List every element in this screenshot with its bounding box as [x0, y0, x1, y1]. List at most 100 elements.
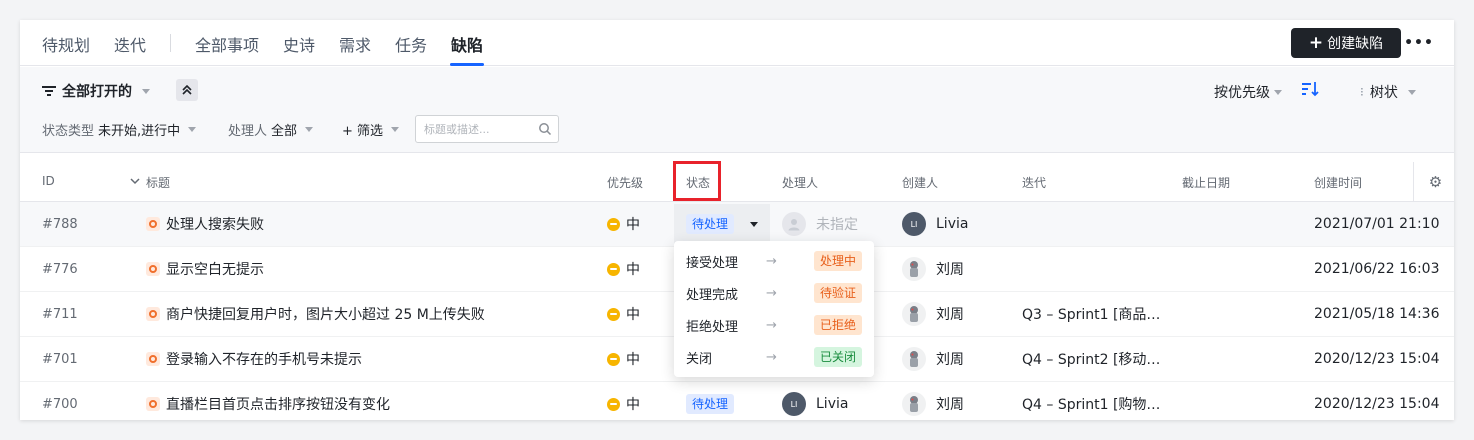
status-badge: 已拒绝	[814, 315, 863, 335]
creator-name: 刘周	[936, 262, 964, 278]
chevron-down-icon	[305, 127, 314, 132]
row-created-time: 2020/12/23 15:04	[1314, 396, 1440, 412]
assignee-filter[interactable]: 处理人 全部	[228, 120, 314, 139]
table-row[interactable]: #700 直播栏目首页点击排序按钮没有变化 中 待处理 LI Livia 刘周 …	[20, 382, 1454, 420]
priority-medium-icon	[607, 352, 620, 366]
double-chevron-up-icon	[182, 85, 192, 95]
row-title[interactable]: 登录输入不存在的手机号未提示	[166, 349, 362, 369]
row-sprint[interactable]: Q4 – Sprint2 [移动…	[1022, 337, 1160, 381]
row-id[interactable]: #711	[42, 292, 78, 336]
menu-item-close[interactable]: 关闭 → 已关闭	[674, 341, 874, 373]
row-creator: 刘周	[902, 382, 964, 420]
bug-icon	[146, 352, 160, 366]
menu-item-label: 关闭	[686, 351, 713, 367]
view-selector[interactable]: 全部打开的	[42, 81, 150, 101]
status-column-highlight	[673, 161, 721, 201]
row-status[interactable]: 待处理	[674, 202, 770, 246]
row-creator: 刘周	[902, 247, 964, 291]
row-creator: LI Livia	[902, 202, 968, 246]
row-priority[interactable]: 中	[607, 382, 640, 420]
row-assignee[interactable]: 未指定	[782, 202, 858, 246]
empty-avatar-icon	[782, 212, 806, 236]
row-id[interactable]: #700	[42, 382, 78, 420]
tree-icon: ⁝	[1360, 85, 1364, 99]
row-sprint[interactable]: Q4 – Sprint1 [购物…	[1022, 382, 1160, 420]
avatar	[902, 347, 926, 371]
column-assignee[interactable]: 处理人	[782, 174, 818, 191]
chevron-down-icon	[1274, 89, 1282, 95]
menu-item-label: 拒绝处理	[686, 319, 739, 335]
sort-direction-button[interactable]	[1302, 81, 1320, 101]
chevron-down-icon	[188, 127, 197, 132]
arrow-right-icon: →	[766, 253, 777, 269]
sort-selector[interactable]: 按优先级	[1214, 82, 1282, 102]
priority-label: 中	[626, 262, 640, 278]
more-options-button[interactable]: •••	[1404, 28, 1434, 58]
column-creator[interactable]: 创建人	[902, 174, 938, 191]
tab-epic[interactable]: 史诗	[283, 32, 315, 56]
column-created-time[interactable]: 创建时间	[1314, 174, 1362, 191]
plus-icon: +	[1308, 32, 1324, 53]
creator-name: 刘周	[936, 397, 964, 413]
row-created-time: 2021/06/22 16:03	[1314, 261, 1440, 277]
row-created-time: 2021/05/18 14:36	[1314, 306, 1440, 322]
status-type-label: 状态类型	[42, 124, 95, 139]
menu-item-reject[interactable]: 拒绝处理 → 已拒绝	[674, 309, 874, 341]
add-filter-button[interactable]: + 筛选	[342, 120, 400, 139]
search-input[interactable]	[424, 121, 534, 137]
row-priority[interactable]: 中	[607, 247, 640, 291]
active-tab-indicator	[450, 63, 484, 66]
row-title[interactable]: 直播栏目首页点击排序按钮没有变化	[166, 394, 390, 414]
status-type-value: 未开始,进行中	[98, 124, 181, 139]
row-priority[interactable]: 中	[607, 337, 640, 381]
tab-requirement[interactable]: 需求	[339, 32, 371, 56]
status-badge: 待处理	[686, 394, 735, 414]
assignee-name: 未指定	[816, 217, 858, 233]
row-title[interactable]: 商户快捷回复用户时，图片大小超过 25 M上传失败	[166, 304, 485, 324]
tab-defect[interactable]: 缺陷	[451, 32, 483, 56]
menu-item-label: 处理完成	[686, 287, 739, 303]
status-badge: 待处理	[686, 214, 735, 234]
filter-lines-icon	[42, 86, 56, 96]
avatar: LI	[782, 392, 806, 416]
arrow-right-icon: →	[766, 317, 777, 333]
priority-medium-icon	[607, 307, 620, 321]
caret-down-icon	[750, 221, 759, 227]
arrow-right-icon: →	[766, 285, 777, 301]
search-icon[interactable]	[538, 122, 552, 136]
tree-view-selector[interactable]: ⁝ 树状	[1360, 82, 1416, 102]
row-assignee[interactable]: LI Livia	[782, 382, 848, 420]
create-defect-label: 创建缺陷	[1327, 36, 1384, 52]
row-priority[interactable]: 中	[607, 202, 640, 246]
row-title[interactable]: 处理人搜索失败	[166, 214, 264, 234]
tab-task[interactable]: 任务	[395, 32, 427, 56]
row-id[interactable]: #788	[42, 202, 78, 246]
column-id[interactable]: ID	[42, 174, 55, 188]
priority-label: 中	[626, 352, 640, 368]
tab-all-items[interactable]: 全部事项	[195, 32, 259, 56]
tab-bar: 待规划 迭代 全部事项 史诗 需求 任务 缺陷 + 创建缺陷 •••	[20, 20, 1454, 66]
collapse-filters-button[interactable]	[176, 79, 198, 101]
column-title[interactable]: 标题	[146, 174, 170, 191]
row-id[interactable]: #776	[42, 247, 78, 291]
gear-icon[interactable]: ⚙	[1413, 162, 1454, 202]
expand-all-toggle[interactable]	[130, 174, 140, 188]
row-id[interactable]: #701	[42, 337, 78, 381]
column-due-date[interactable]: 截止日期	[1182, 174, 1230, 191]
tab-sprint[interactable]: 迭代	[114, 32, 146, 56]
menu-item-accept[interactable]: 接受处理 → 处理中	[674, 245, 874, 277]
row-status[interactable]: 待处理	[686, 382, 735, 420]
column-priority[interactable]: 优先级	[607, 174, 643, 191]
status-dropdown-trigger[interactable]: 待处理	[674, 204, 770, 244]
status-type-filter[interactable]: 状态类型 未开始,进行中	[42, 120, 197, 139]
sort-descending-icon	[1302, 82, 1319, 97]
column-sprint[interactable]: 迭代	[1022, 174, 1046, 191]
row-title[interactable]: 显示空白无提示	[166, 259, 264, 279]
tab-backlog[interactable]: 待规划	[42, 32, 90, 56]
row-priority[interactable]: 中	[607, 292, 640, 336]
row-sprint[interactable]: Q3 – Sprint1 [商品…	[1022, 292, 1160, 336]
row-title-cell: 登录输入不存在的手机号未提示	[146, 337, 362, 381]
create-defect-button[interactable]: + 创建缺陷	[1291, 28, 1401, 58]
avatar	[902, 392, 926, 416]
menu-item-complete[interactable]: 处理完成 → 待验证	[674, 277, 874, 309]
